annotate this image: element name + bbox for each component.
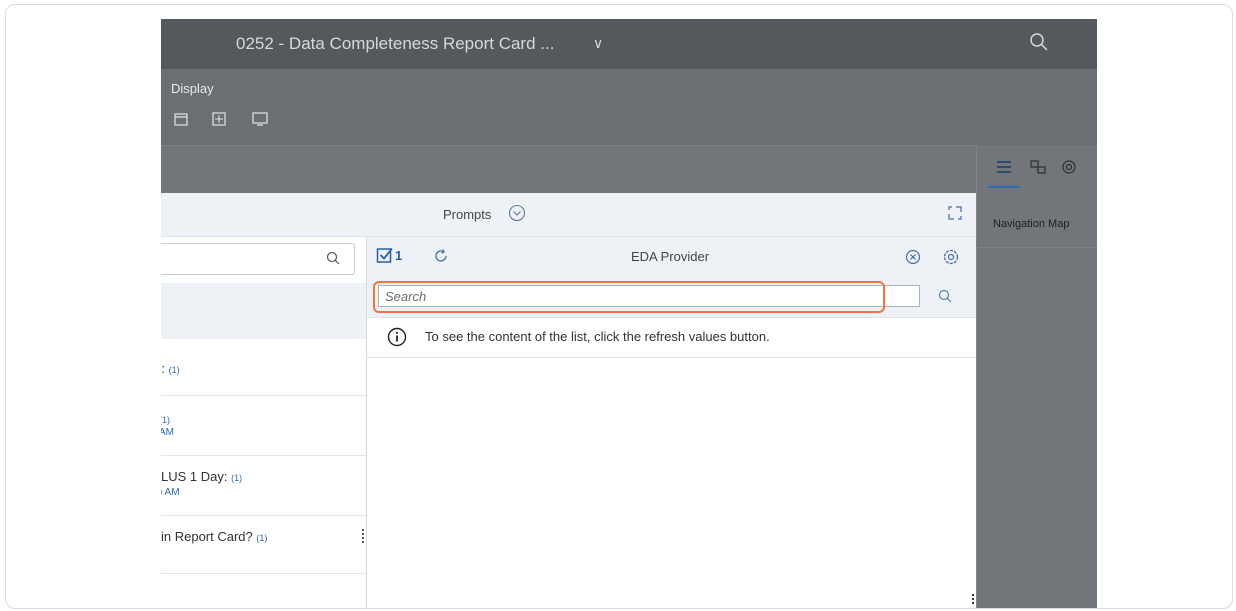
navigation-map-tab[interactable]: Navigation Map xyxy=(993,218,1069,230)
prompt-label: in Report Card? (1) xyxy=(161,529,268,544)
calendar-icon[interactable] xyxy=(173,111,189,132)
toolbar: Display xyxy=(161,69,1097,145)
checkbox-selected-icon[interactable] xyxy=(376,246,394,269)
divider xyxy=(977,247,1097,248)
side-panel: Navigation Map xyxy=(976,145,1097,608)
list-item[interactable]: ): (1) xyxy=(161,339,366,396)
value-panel-title: EDA Provider xyxy=(631,249,710,264)
list-icon[interactable] xyxy=(995,159,1013,180)
resize-handle[interactable] xyxy=(362,529,364,543)
display-menu-label[interactable]: Display xyxy=(171,81,214,96)
prompt-list-panel: ): (1) (1) AM LUS 1 Day: (1) ) AM in Rep… xyxy=(161,237,367,608)
selected-prompt-row[interactable] xyxy=(161,283,366,339)
sub-header-bar xyxy=(161,145,1097,194)
prompt-label: LUS 1 Day: (1) xyxy=(161,469,243,484)
dialog-header: Prompts xyxy=(161,193,976,237)
active-tab-indicator xyxy=(988,186,1020,188)
value-panel-header: 1 EDA Provider xyxy=(367,237,976,279)
info-message: To see the content of the list, click th… xyxy=(425,329,770,344)
settings-icon[interactable] xyxy=(942,248,960,271)
search-input[interactable] xyxy=(378,285,920,307)
prompt-value: AM xyxy=(161,427,174,438)
value-selection-panel: 1 EDA Provider Search To see the content… xyxy=(367,237,976,608)
dialog-title: Prompts xyxy=(443,207,492,222)
value-search-bar xyxy=(367,279,976,318)
search-icon[interactable] xyxy=(326,251,340,270)
prompt-value: ) AM xyxy=(161,487,180,498)
title-chevron-down-icon[interactable]: ∨ xyxy=(593,35,603,52)
collapse-chevron-icon[interactable] xyxy=(508,204,526,227)
search-icon[interactable] xyxy=(1029,32,1049,57)
clear-selection-icon[interactable] xyxy=(904,248,922,271)
list-item[interactable]: in Report Card? (1) xyxy=(161,515,366,574)
prompt-label: (1) xyxy=(161,415,170,425)
resize-handle[interactable] xyxy=(972,594,974,606)
prompts-dialog: Prompts ): (1) (1) xyxy=(161,193,976,608)
screenshot-frame: 0252 - Data Completeness Report Card ...… xyxy=(5,4,1233,609)
list-item[interactable]: LUS 1 Day: (1) ) AM xyxy=(161,455,366,516)
info-icon xyxy=(387,327,407,352)
app-window: 0252 - Data Completeness Report Card ...… xyxy=(161,19,1097,608)
hierarchy-icon[interactable] xyxy=(1029,159,1047,180)
settings-gear-icon[interactable] xyxy=(1061,159,1077,180)
table-add-icon[interactable] xyxy=(211,111,227,132)
list-item[interactable]: (1) AM xyxy=(161,395,366,456)
refresh-icon[interactable] xyxy=(433,248,449,269)
shell-bar: 0252 - Data Completeness Report Card ...… xyxy=(161,19,1097,69)
expand-fullscreen-icon[interactable] xyxy=(947,205,963,226)
search-icon[interactable] xyxy=(938,289,952,308)
app-title[interactable]: 0252 - Data Completeness Report Card ... xyxy=(236,34,554,54)
info-message-row: To see the content of the list, click th… xyxy=(367,317,976,358)
display-screen-icon[interactable] xyxy=(251,111,269,132)
selected-count[interactable]: 1 xyxy=(395,248,402,263)
prompt-label: ): (1) xyxy=(161,361,180,376)
